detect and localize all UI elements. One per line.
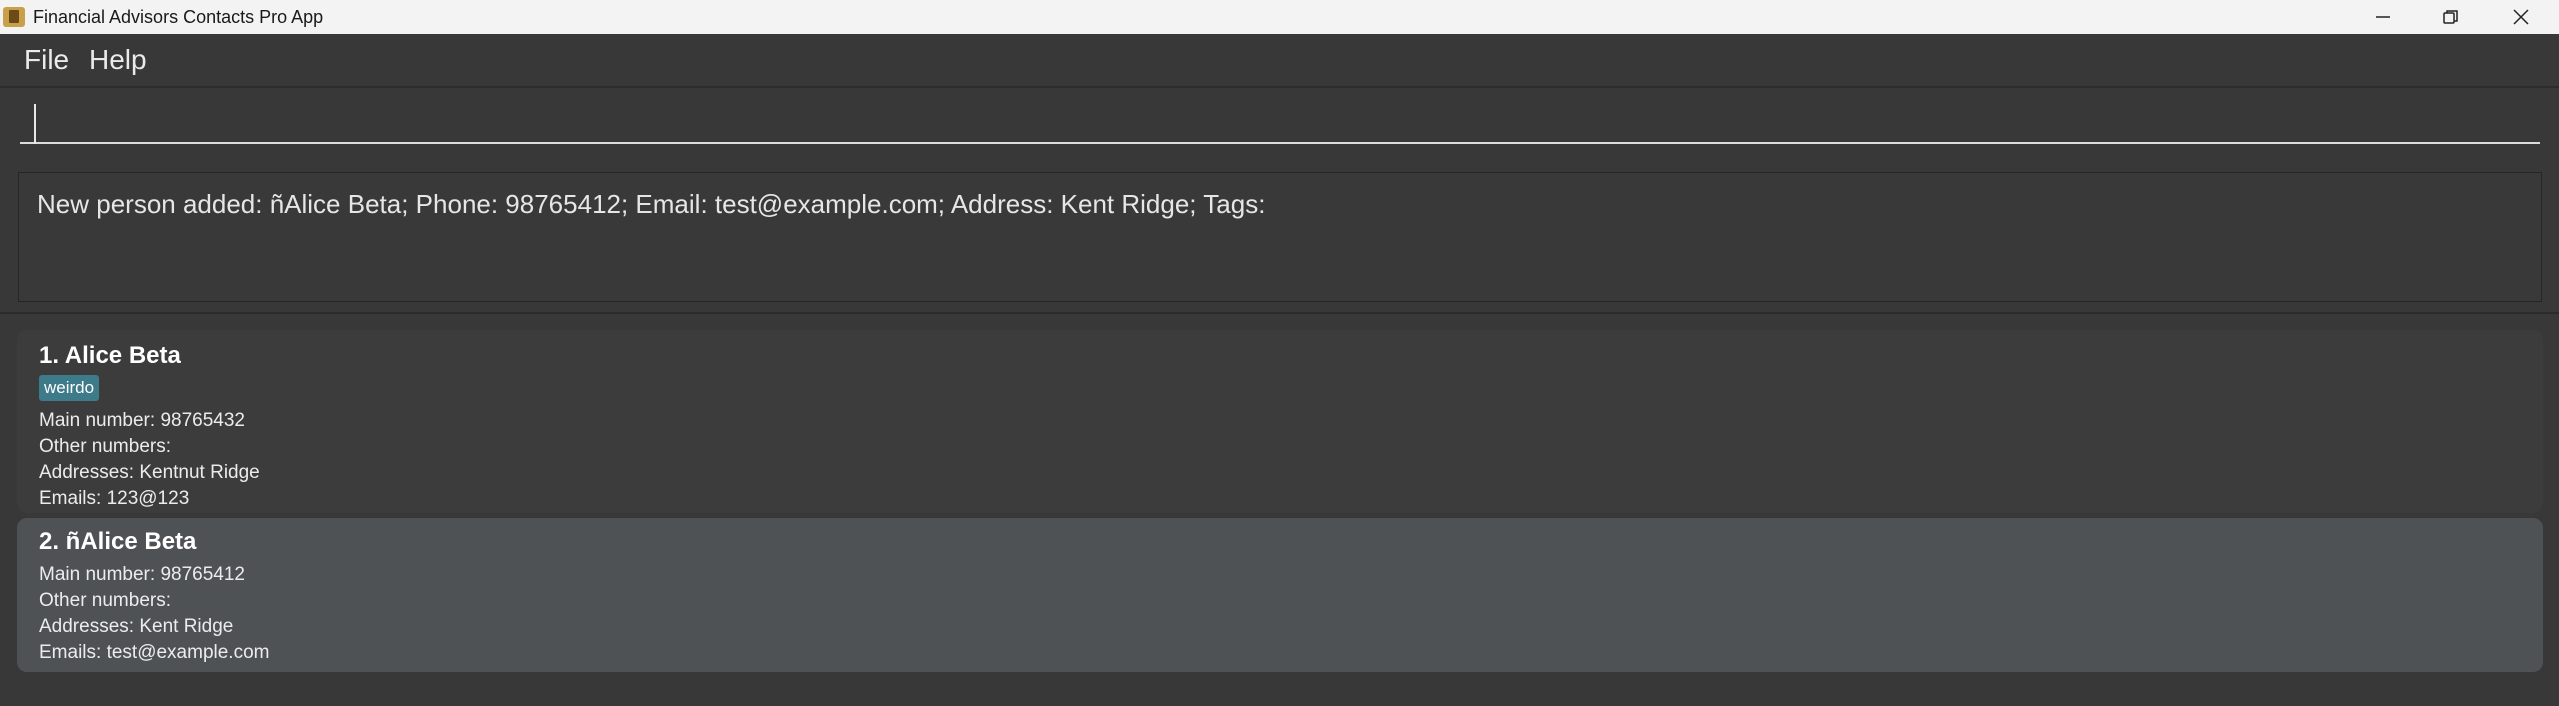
person-emails: Emails: 123@123 xyxy=(39,488,190,509)
command-box xyxy=(0,88,2559,160)
command-input[interactable] xyxy=(20,98,2540,144)
app-logo-icon xyxy=(3,7,25,27)
person-main-number: Main number: 98765432 xyxy=(39,410,245,431)
person-card[interactable]: 1. Alice Beta weirdo Main number: 987654… xyxy=(17,330,2543,513)
person-emails: Emails: test@example.com xyxy=(39,642,270,663)
restore-icon[interactable] xyxy=(2417,0,2485,34)
person-name: 2. ñAlice Beta xyxy=(39,528,197,555)
window-title-bar: Financial Advisors Contacts Pro App xyxy=(0,0,2559,34)
person-main-number: Main number: 98765412 xyxy=(39,564,245,585)
divider xyxy=(0,312,2559,314)
person-other-numbers: Other numbers: xyxy=(39,590,171,611)
person-addresses: Addresses: Kent Ridge xyxy=(39,616,234,637)
minimize-icon[interactable] xyxy=(2349,0,2417,34)
result-message: New person added: ñAlice Beta; Phone: 98… xyxy=(37,189,1266,219)
menu-bar: File Help xyxy=(0,34,2559,88)
result-display[interactable]: New person added: ñAlice Beta; Phone: 98… xyxy=(18,172,2542,302)
menu-help[interactable]: Help xyxy=(89,44,147,76)
tag-badge: weirdo xyxy=(39,375,100,401)
window-title: Financial Advisors Contacts Pro App xyxy=(33,7,324,27)
close-icon[interactable] xyxy=(2487,0,2555,34)
person-addresses: Addresses: Kentnut Ridge xyxy=(39,462,260,483)
person-card-selected[interactable]: 2. ñAlice Beta Main number: 98765412 Oth… xyxy=(17,518,2543,672)
menu-file[interactable]: File xyxy=(24,44,69,76)
person-name: 1. Alice Beta xyxy=(39,342,181,369)
person-other-numbers: Other numbers: xyxy=(39,436,171,457)
person-list[interactable]: 1. Alice Beta weirdo Main number: 987654… xyxy=(0,316,2559,706)
text-caret xyxy=(34,104,36,144)
